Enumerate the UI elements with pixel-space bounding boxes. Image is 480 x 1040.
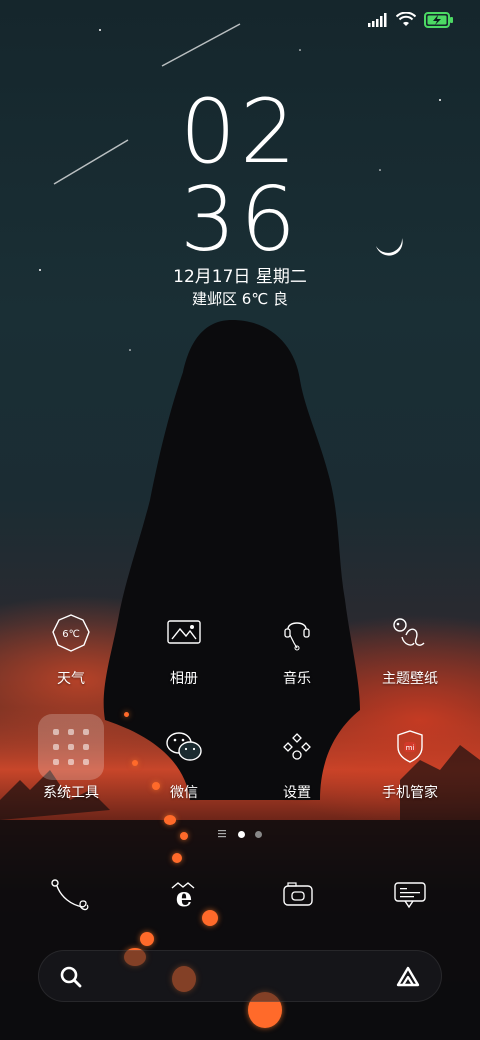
status-bar [368, 8, 454, 32]
wechat-icon [149, 712, 219, 782]
app-security[interactable]: mi 手机管家 [360, 712, 460, 802]
app-wechat[interactable]: 微信 [134, 712, 234, 802]
weather-icon: 6℃ [36, 598, 106, 668]
app-weather[interactable]: 6℃ 天气 [21, 598, 121, 688]
messages-icon[interactable] [380, 870, 440, 920]
app-music[interactable]: 音乐 [247, 598, 347, 688]
search-icon[interactable] [59, 965, 83, 989]
page-indicator[interactable] [0, 830, 480, 838]
app-label: 系统工具 [43, 785, 99, 801]
app-label: 相册 [170, 671, 198, 687]
petal-decoration [172, 853, 182, 863]
app-label: 设置 [283, 785, 311, 801]
security-icon: mi [375, 712, 445, 782]
lockscreen-clock-minute: 36 [180, 168, 300, 271]
browser-icon[interactable]: e [154, 870, 214, 920]
music-icon [262, 598, 332, 668]
wifi-icon [396, 12, 416, 26]
app-settings[interactable]: 设置 [247, 712, 347, 802]
petal-decoration [164, 815, 176, 825]
page-dot[interactable] [255, 830, 262, 838]
date-text: 12月17日 星期二 [173, 267, 307, 287]
signal-icon [368, 13, 387, 27]
app-gallery[interactable]: 相册 [134, 598, 234, 688]
page-dot-active[interactable] [238, 830, 245, 838]
app-folder-system-tools[interactable]: 系统工具 [21, 712, 121, 802]
menu-lines-icon [218, 830, 226, 838]
battery-charging-icon [424, 12, 453, 28]
gallery-icon [149, 598, 219, 668]
search-bar[interactable] [38, 950, 442, 1002]
petal-decoration [124, 712, 129, 717]
app-label: 手机管家 [382, 785, 438, 801]
app-label: 音乐 [283, 671, 311, 687]
app-label: 微信 [170, 785, 198, 801]
svg-text:mi: mi [406, 744, 415, 752]
search-input[interactable] [99, 963, 379, 991]
themes-icon [375, 598, 445, 668]
phone-icon[interactable] [40, 870, 100, 920]
camera-icon[interactable] [268, 870, 328, 920]
app-label: 主题壁纸 [382, 671, 438, 687]
settings-icon [262, 712, 332, 782]
assistant-icon[interactable] [395, 965, 421, 989]
dock: e [0, 870, 480, 920]
petal-decoration [140, 932, 154, 946]
svg-text:e: e [176, 883, 193, 912]
app-label: 天气 [57, 671, 85, 687]
app-themes[interactable]: 主题壁纸 [360, 598, 460, 688]
svg-text:6℃: 6℃ [62, 629, 80, 640]
weather-summary: 建邺区 6℃ 良 [192, 290, 288, 308]
lockscreen-clock-hour: 02 [180, 80, 300, 183]
folder-icon [36, 712, 106, 782]
